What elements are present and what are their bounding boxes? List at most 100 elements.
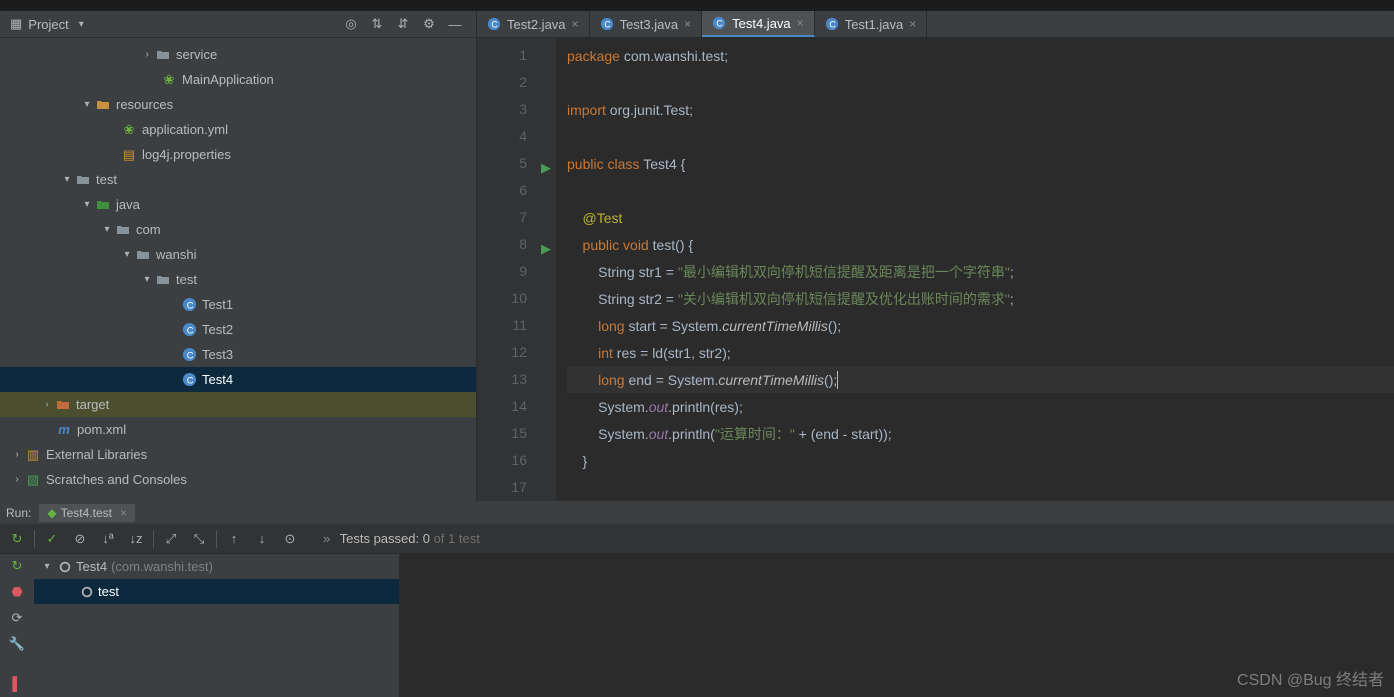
tree-folder-test[interactable]: ▾ test [0, 167, 476, 192]
next-icon[interactable]: ↓ [251, 528, 273, 550]
close-icon[interactable]: × [572, 17, 579, 31]
close-icon[interactable]: × [684, 17, 691, 31]
settings-side-icon[interactable]: 🔧 [9, 636, 25, 652]
tree-external-libraries[interactable]: › ▥ External Libraries [0, 442, 476, 467]
rerun-icon[interactable]: ↻ [6, 528, 28, 550]
tab-label: Test4.java [732, 16, 791, 31]
line-number: 13 [477, 366, 527, 393]
svg-text:C: C [717, 19, 723, 29]
resources-folder-icon [94, 98, 112, 112]
tree-file-log4j[interactable]: ▤ log4j.properties [0, 142, 476, 167]
code-token: long [567, 372, 628, 388]
tree-folder-resources[interactable]: ▾ resources [0, 92, 476, 117]
tree-class-test4[interactable]: C Test4 [0, 367, 476, 392]
test-tree-child[interactable]: test [34, 579, 399, 604]
tree-folder-service[interactable]: › service [0, 42, 476, 67]
expand-icon[interactable]: ⤢ [160, 528, 182, 550]
hide-icon[interactable]: — [444, 13, 466, 35]
divider [153, 530, 154, 548]
code-token: import [567, 102, 610, 118]
more-side-icon[interactable]: ▌ [12, 676, 21, 691]
sort-icon[interactable]: ↓ª [97, 528, 119, 550]
line-number: 9 [477, 258, 527, 285]
tree-class-test3[interactable]: C Test3 [0, 342, 476, 367]
run-tab[interactable]: ◆ Test4.test × [39, 504, 135, 522]
svg-text:C: C [186, 375, 193, 385]
project-dropdown-icon[interactable]: ▦ [10, 16, 22, 32]
run-gutter-icon[interactable]: ▶ [541, 154, 551, 181]
collapse-all-icon[interactable]: ⇵ [392, 13, 414, 35]
line-number: 12 [477, 339, 527, 366]
close-icon[interactable]: × [120, 506, 127, 520]
package-icon [154, 273, 172, 287]
chevron-right-icon: › [10, 474, 24, 485]
tests-status: » Tests passed: 0 of 1 test [323, 531, 480, 546]
code-token: public class [567, 156, 643, 172]
stop-side-icon[interactable]: ⟳ [12, 610, 23, 626]
run-test-tree: ▾ Test4 (com.wanshi.test) test [34, 554, 400, 697]
line-number: 17 [477, 474, 527, 501]
chevron-down-icon: ▾ [120, 249, 134, 260]
locate-icon[interactable]: ◎ [340, 13, 362, 35]
debug-side-icon[interactable]: ⬣ [11, 584, 22, 600]
tree-folder-testpkg[interactable]: ▾ test [0, 267, 476, 292]
test-tree-root[interactable]: ▾ Test4 (com.wanshi.test) [34, 554, 399, 579]
tab-test3[interactable]: C Test3.java × [590, 11, 703, 37]
run-gutter-icon[interactable]: ▶ [541, 235, 551, 262]
code-token: org.junit.Test; [610, 102, 693, 118]
tree-scratches[interactable]: › ▧ Scratches and Consoles [0, 467, 476, 492]
close-icon[interactable]: × [797, 16, 804, 30]
tree-folder-java[interactable]: ▾ java [0, 192, 476, 217]
libraries-icon: ▥ [24, 447, 42, 463]
run-tab-label: Test4.test [61, 506, 112, 520]
code-token: ; [1010, 291, 1014, 307]
collapse-icon[interactable]: ⤡ [188, 528, 210, 550]
svg-text:C: C [186, 350, 193, 360]
target-folder-icon [54, 398, 72, 412]
prev-icon[interactable]: ↑ [223, 528, 245, 550]
code-token: start = System. [628, 318, 722, 334]
spring-icon: ❀ [160, 72, 178, 88]
package-icon [134, 248, 152, 262]
gear-icon[interactable]: ⚙ [418, 13, 440, 35]
chevron-down-icon[interactable]: ▾ [79, 19, 84, 30]
pass-filter-icon[interactable]: ✓ [41, 528, 63, 550]
svg-text:C: C [604, 20, 610, 30]
tree-file-appyml[interactable]: ❀ application.yml [0, 117, 476, 142]
code-token: "运算时间：" [715, 424, 795, 444]
line-number: 5▶ [477, 150, 527, 177]
maven-icon: m [55, 422, 73, 437]
fold-gutter [533, 38, 557, 501]
spinner-icon [58, 560, 72, 574]
tree-folder-com[interactable]: ▾ com [0, 217, 476, 242]
tree-file-pom[interactable]: m pom.xml [0, 417, 476, 442]
tab-test1[interactable]: C Test1.java × [815, 11, 928, 37]
close-icon[interactable]: × [909, 17, 916, 31]
test-folder-icon [94, 198, 112, 212]
tree-folder-wanshi[interactable]: ▾ wanshi [0, 242, 476, 267]
run-panel: Run: ◆ Test4.test × ↻ ✓ ⊘ ↓ª ↓z ⤢ ⤡ ↑ ↓ … [0, 501, 1394, 697]
tree-file-mainapp[interactable]: ❀ MainApplication [0, 67, 476, 92]
code-token: out [649, 426, 668, 442]
tab-test4[interactable]: C Test4.java × [702, 11, 815, 37]
project-toolbar: ▦ Project ▾ ◎ ⇅ ⇵ ⚙ — [0, 11, 476, 38]
export-icon[interactable]: ⊙ [279, 528, 301, 550]
rerun-side-icon[interactable]: ↻ [12, 558, 23, 574]
ignore-filter-icon[interactable]: ⊘ [69, 528, 91, 550]
sort2-icon[interactable]: ↓z [125, 528, 147, 550]
run-label: Run: [6, 506, 31, 520]
line-number: 10 [477, 285, 527, 312]
code-area[interactable]: package com.wanshi.test; import org.juni… [557, 38, 1394, 501]
editor-tabs: C Test2.java × C Test3.java × C Test4.ja… [477, 11, 1394, 38]
code-token: (); [824, 372, 837, 388]
line-number: 3 [477, 96, 527, 123]
tree-folder-target[interactable]: › target [0, 392, 476, 417]
tab-label: Test1.java [845, 17, 904, 32]
line-number: 2 [477, 69, 527, 96]
tree-class-test1[interactable]: C Test1 [0, 292, 476, 317]
line-number: 8▶ [477, 231, 527, 258]
tree-class-test2[interactable]: C Test2 [0, 317, 476, 342]
code-editor[interactable]: 1 2 3 4 5▶ 6 7 8▶ 9 10 11 12 13 14 15 16 [477, 38, 1394, 501]
tab-test2[interactable]: C Test2.java × [477, 11, 590, 37]
expand-all-icon[interactable]: ⇅ [366, 13, 388, 35]
